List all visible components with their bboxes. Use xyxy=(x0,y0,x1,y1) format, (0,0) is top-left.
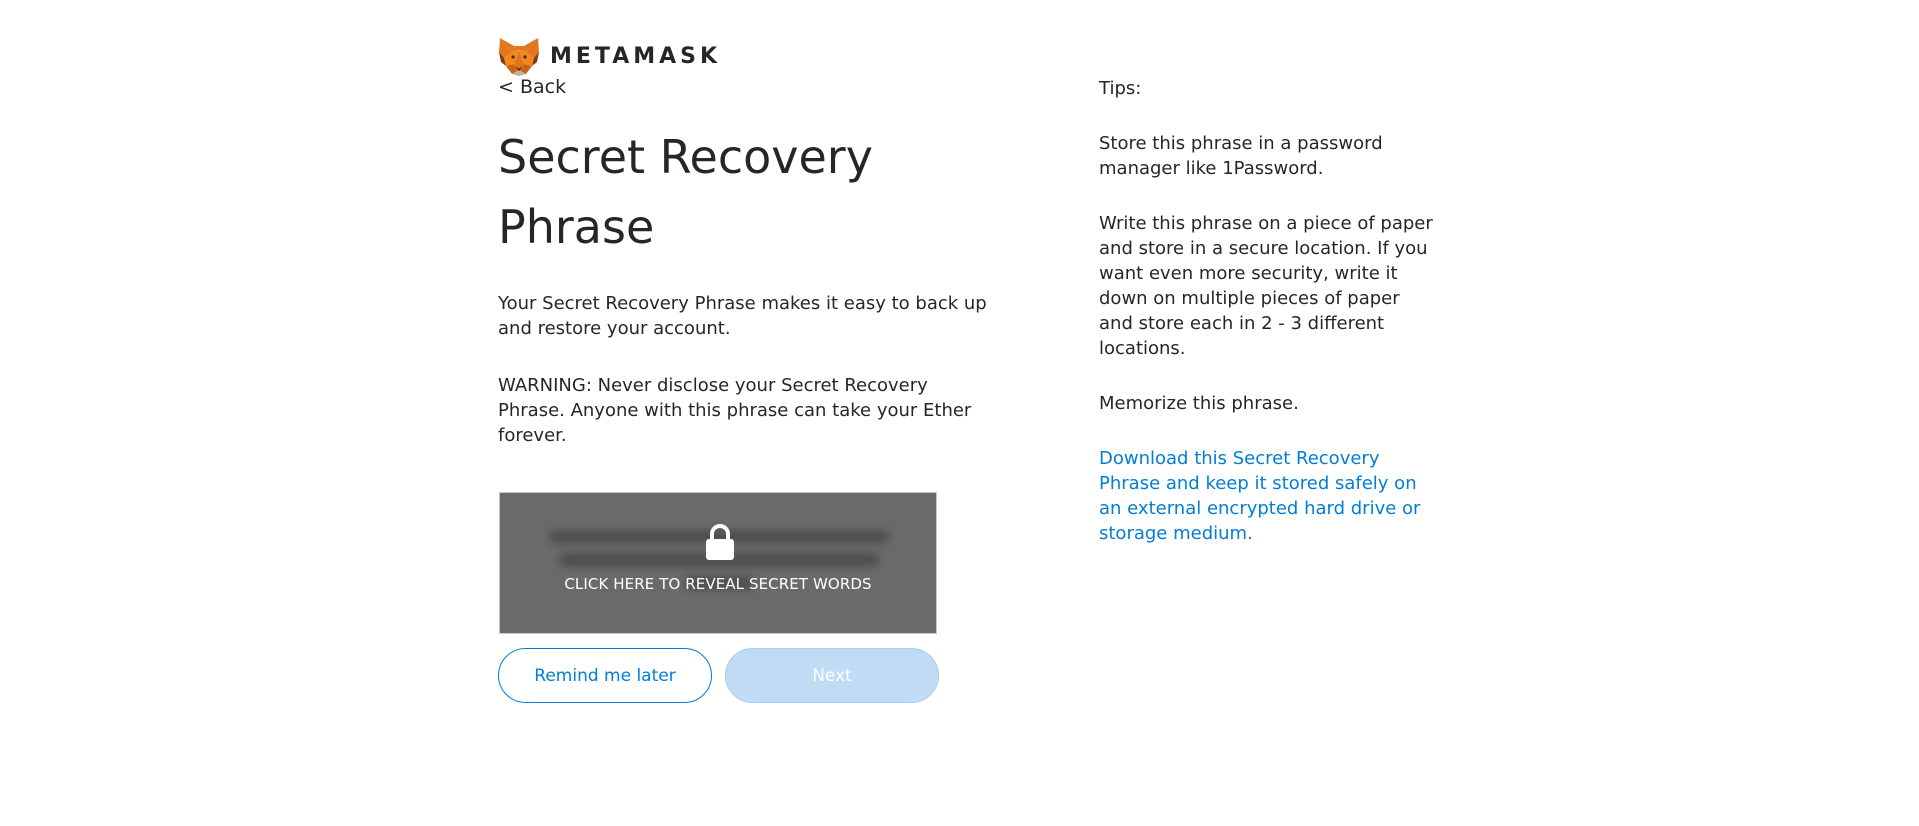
reveal-secret-words-label: CLICK HERE TO REVEAL SECRET WORDS xyxy=(564,575,872,593)
back-link[interactable]: < Back xyxy=(498,76,566,98)
metamask-wordmark: METAMASK xyxy=(550,43,722,69)
tips-heading: Tips: xyxy=(1099,78,1142,99)
page-title: Secret Recovery Phrase xyxy=(498,130,873,254)
metamask-fox-icon xyxy=(499,38,539,76)
tips-panel: Tips: Store this phrase in a password ma… xyxy=(1099,76,1439,546)
download-phrase-link[interactable]: Download this Secret Recovery Phrase and… xyxy=(1099,446,1439,546)
next-button[interactable]: Next xyxy=(725,648,939,703)
tip-password-manager: Store this phrase in a password manager … xyxy=(1099,133,1383,179)
tip-write-on-paper: Write this phrase on a piece of paper an… xyxy=(1099,213,1433,359)
secret-recovery-phrase-page: METAMASK < Back Secret Recovery Phrase Y… xyxy=(0,0,1919,826)
warning-text: WARNING: Never disclose your Secret Reco… xyxy=(498,375,972,446)
description-text: Your Secret Recovery Phrase makes it eas… xyxy=(498,293,987,339)
remind-me-later-button[interactable]: Remind me later xyxy=(498,648,712,703)
lock-icon xyxy=(706,524,734,560)
reveal-secret-words-button[interactable]: CLICK HERE TO REVEAL SECRET WORDS xyxy=(499,492,937,634)
metamask-logo: METAMASK xyxy=(498,36,721,76)
tip-memorize: Memorize this phrase. xyxy=(1099,393,1299,414)
